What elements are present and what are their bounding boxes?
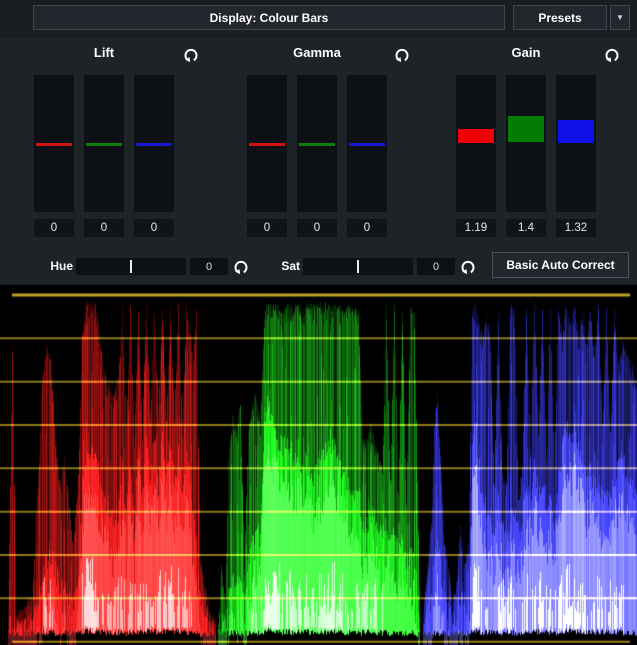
hue-reset-icon[interactable]	[232, 258, 250, 276]
lift-title: Lift	[34, 45, 174, 60]
gamma-green-value[interactable]: 0	[297, 219, 337, 237]
presets-button[interactable]: Presets	[513, 5, 607, 30]
sat-label: Sat	[267, 258, 300, 275]
sat-value[interactable]: 0	[417, 258, 455, 275]
lift-red-slider[interactable]	[34, 75, 74, 212]
lift-green-handle[interactable]	[86, 143, 122, 146]
lift-green-slider[interactable]	[84, 75, 124, 212]
lift-blue-slider[interactable]	[134, 75, 174, 212]
rgb-parade-waveform-scope	[0, 285, 637, 645]
gamma-red-value[interactable]: 0	[247, 219, 287, 237]
gamma-reset-icon[interactable]	[393, 46, 411, 64]
hue-value[interactable]: 0	[190, 258, 228, 275]
lift-blue-handle[interactable]	[136, 143, 172, 146]
gamma-blue-handle[interactable]	[349, 143, 385, 146]
gain-reset-icon[interactable]	[603, 46, 621, 64]
gamma-title: Gamma	[247, 45, 387, 60]
sat-reset-icon[interactable]	[459, 258, 477, 276]
gain-red-slider[interactable]	[456, 75, 496, 212]
basic-auto-correct-button[interactable]: Basic Auto Correct	[492, 252, 629, 278]
gain-title: Gain	[456, 45, 596, 60]
lift-green-value[interactable]: 0	[84, 219, 124, 237]
display-source-button[interactable]: Display: Colour Bars	[33, 5, 505, 30]
lift-reset-icon[interactable]	[182, 46, 200, 64]
hue-label: Hue	[40, 258, 73, 275]
gain-blue-value[interactable]: 1.32	[556, 219, 596, 237]
lift-red-value[interactable]: 0	[34, 219, 74, 237]
gamma-blue-value[interactable]: 0	[347, 219, 387, 237]
gamma-blue-slider[interactable]	[347, 75, 387, 212]
gain-red-handle[interactable]	[458, 129, 494, 143]
gamma-red-slider[interactable]	[247, 75, 287, 212]
gain-blue-handle[interactable]	[558, 120, 594, 143]
gamma-green-handle[interactable]	[299, 143, 335, 146]
gain-green-handle[interactable]	[508, 116, 544, 142]
gain-green-value[interactable]: 1.4	[506, 219, 546, 237]
lift-blue-value[interactable]: 0	[134, 219, 174, 237]
chevron-down-icon: ▼	[616, 13, 624, 22]
presets-dropdown-arrow[interactable]: ▼	[610, 5, 630, 30]
sat-slider-cursor[interactable]	[357, 260, 359, 273]
gamma-green-slider[interactable]	[297, 75, 337, 212]
sat-slider[interactable]	[303, 258, 413, 275]
hue-slider[interactable]	[76, 258, 186, 275]
gamma-red-handle[interactable]	[249, 143, 285, 146]
gain-blue-slider[interactable]	[556, 75, 596, 212]
gain-green-slider[interactable]	[506, 75, 546, 212]
lift-red-handle[interactable]	[36, 143, 72, 146]
gain-red-value[interactable]: 1.19	[456, 219, 496, 237]
hue-slider-cursor[interactable]	[130, 260, 132, 273]
colour-correction-panel: Display: Colour Bars Presets ▼ Lift 0 0 …	[0, 0, 637, 645]
